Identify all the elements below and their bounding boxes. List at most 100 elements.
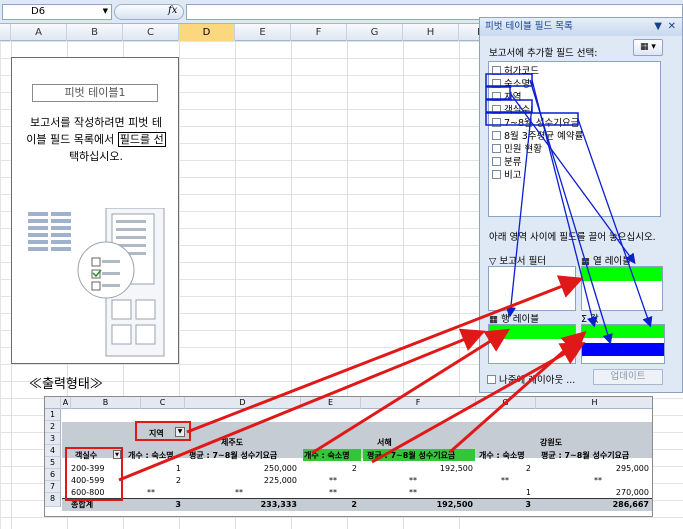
output-row-number: 3 (45, 433, 61, 445)
column-header-c[interactable]: C (123, 24, 179, 41)
field-list[interactable]: 허가코드 숙소명 지역 객실수 7~8월 성수기요금 8월 3주평균 예약률 민… (488, 61, 661, 217)
output-sheet-image: A B C D E F G H 1 2 3 4 5 6 7 8 지역 ▼ 제주도… (44, 396, 653, 517)
field-label: 비고 (504, 170, 522, 181)
row-labels-field[interactable] (489, 325, 575, 339)
field-item[interactable]: 비고 (492, 169, 521, 182)
field-item[interactable]: 7~8월 성수기요금 (492, 117, 580, 130)
total-count: 2 (351, 500, 357, 509)
field-label: 분류 (504, 157, 522, 168)
field-item[interactable]: 숙소명 (492, 78, 530, 91)
layout-options-button[interactable]: ▦ ▾ (633, 39, 663, 56)
output-row-number: 6 (45, 469, 61, 481)
filter-highlight-box (135, 421, 191, 441)
field-checkbox[interactable] (492, 157, 501, 166)
output-col-h: H (536, 397, 652, 409)
cell-avg: 250,000 (263, 464, 297, 473)
field-item[interactable]: 지역 (492, 91, 521, 104)
cell-avg: 225,000 (263, 476, 297, 485)
values-zone[interactable] (581, 324, 665, 364)
field-checkbox[interactable] (492, 105, 501, 114)
avg-header: 평균 : 7~8월 성수기요금 (367, 451, 456, 460)
field-label: 민원 현황 (504, 144, 542, 155)
pane-menu-icon[interactable]: ▼ (654, 18, 662, 36)
column-zone-label: ▦ 열 레이블 (581, 253, 631, 267)
cell-count: 2 (351, 464, 357, 473)
column-header-b[interactable]: B (67, 24, 123, 41)
output-col-f: F (361, 397, 476, 409)
filter-zone-label: ▽ 보고서 필터 (489, 253, 546, 267)
output-col-e: E (301, 397, 361, 409)
output-corner (45, 397, 61, 409)
defer-update-checkbox[interactable] (487, 375, 496, 384)
row-labels-zone[interactable] (488, 324, 576, 364)
pivot-table-placeholder[interactable]: 피벗 테이블1 보고서를 작성하려면 피벗 테 이블 필드 목록에서 필드를 선… (11, 57, 179, 364)
field-label: 숙소명 (504, 79, 531, 90)
field-checkbox[interactable] (492, 118, 501, 127)
column-labels-field[interactable] (582, 267, 662, 281)
update-button[interactable]: 업데이트 (593, 369, 663, 385)
pivot-table-name: 피벗 테이블1 (32, 84, 158, 102)
defer-update-row[interactable]: 나중에 레이아웃 ... (487, 372, 575, 386)
close-icon[interactable]: ✕ (668, 18, 676, 36)
values-zone-label: Σ 값 (581, 311, 599, 325)
pivot-msg-line2a: 이블 필드 목록에서 (26, 133, 118, 146)
layout-icon: ▦ ▾ (640, 42, 656, 52)
pivot-msg-line3: 택하십시오. (68, 150, 124, 163)
pivot-instructions: 보고서를 작성하려면 피벗 테 이블 필드 목록에서 필드를 선 택하십시오. (18, 114, 174, 165)
select-all-corner[interactable] (0, 24, 11, 41)
output-row-number: 8 (45, 493, 61, 507)
field-checkbox[interactable] (492, 170, 501, 179)
output-row-number: 4 (45, 445, 61, 457)
avg-header: 평균 : 7~8월 성수기요금 (541, 451, 630, 460)
defer-update-label: 나중에 레이아웃 ... (499, 375, 576, 386)
output-row-number: 5 (45, 457, 61, 469)
column-header-g[interactable]: G (347, 24, 403, 41)
chevron-down-icon[interactable]: ▼ (103, 7, 108, 15)
field-item[interactable]: 민원 현황 (492, 143, 542, 156)
total-avg: 192,500 (436, 500, 473, 509)
field-checkbox[interactable] (492, 66, 501, 75)
output-row-number: 1 (45, 409, 61, 421)
output-col-b: B (71, 397, 141, 409)
values-field-2[interactable] (582, 343, 664, 356)
cell-avg: ** (409, 476, 417, 485)
report-filter-zone[interactable] (488, 266, 576, 311)
name-box[interactable]: D6 ▼ (2, 4, 112, 20)
pivot-msg-highlight: 필드를 선 (117, 132, 166, 147)
field-checkbox[interactable] (492, 144, 501, 153)
cell-count: 2 (175, 476, 181, 485)
column-header-d[interactable]: D (179, 24, 235, 41)
field-label: 8월 3주평균 예약률 (504, 131, 584, 142)
output-row-number: 7 (45, 481, 61, 493)
field-item[interactable]: 허가코드 (492, 65, 539, 78)
column-header-h[interactable]: H (403, 24, 459, 41)
column-header-a[interactable]: A (11, 24, 67, 41)
pane-subtitle: 보고서에 추가할 필드 선택: (489, 48, 598, 59)
fx-icon[interactable]: fx (168, 5, 177, 16)
field-checkbox[interactable] (492, 92, 501, 101)
pivot-msg-line1: 보고서를 작성하려면 피벗 테 (30, 116, 162, 129)
output-col-a: A (61, 397, 71, 409)
cell-count: ** (501, 476, 509, 485)
avg-header: 평균 : 7~8월 성수기요금 (189, 451, 278, 460)
pane-title-bar: 피벗 테이블 필드 목록 ▼ ✕ (480, 18, 682, 36)
column-header-e[interactable]: E (235, 24, 291, 41)
row-labels-highlight-box (65, 447, 123, 501)
field-item[interactable]: 객실수 (492, 104, 530, 117)
region-header-jeju: 제주도 (221, 438, 244, 447)
column-labels-zone[interactable] (581, 266, 663, 311)
field-checkbox[interactable] (492, 79, 501, 88)
output-col-g: G (476, 397, 536, 409)
column-header-f[interactable]: F (291, 24, 347, 41)
output-col-c: C (141, 397, 185, 409)
field-item[interactable]: 분류 (492, 156, 521, 169)
total-count: 3 (175, 500, 181, 509)
cell-count: 2 (525, 464, 531, 473)
field-item[interactable]: 8월 3주평균 예약률 (492, 130, 583, 143)
total-avg: 233,333 (260, 500, 297, 509)
values-field-1[interactable] (582, 325, 664, 338)
output-caption: ≪출력형태≫ (29, 377, 103, 392)
count-header: 개수 : 숙소명 (304, 451, 350, 460)
pane-title: 피벗 테이블 필드 목록 (485, 21, 573, 32)
field-checkbox[interactable] (492, 131, 501, 140)
